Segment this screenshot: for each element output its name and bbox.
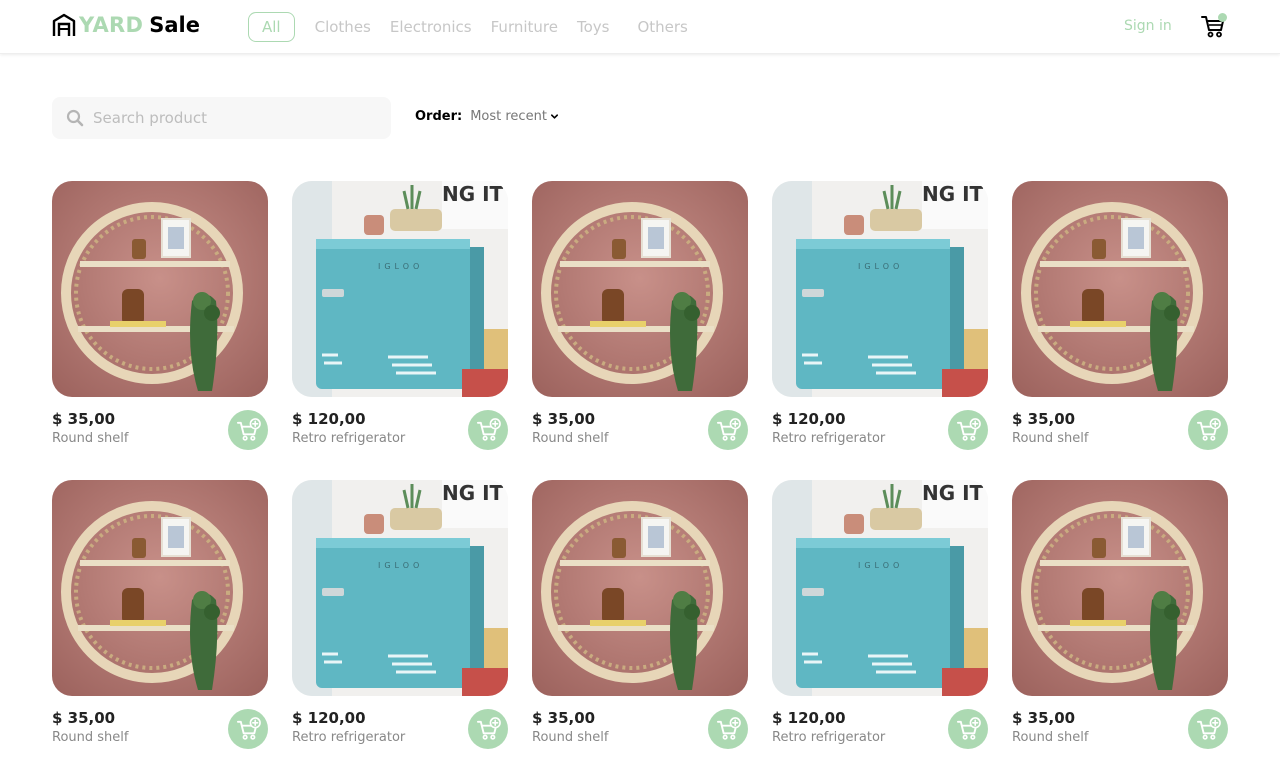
product-image[interactable]: NG IT IGLOO: [292, 181, 508, 397]
yard-sale-logo-icon: [52, 13, 76, 36]
product-grid: $ 35,00 Round shelf NG IT IGLOO $ 120,00…: [52, 181, 1228, 751]
product-image[interactable]: [532, 181, 748, 397]
fridge-poster-text: NG IT: [922, 481, 984, 505]
product-image[interactable]: [1012, 480, 1228, 696]
order-label: Order:: [415, 109, 463, 124]
retro-fridge-image: NG IT IGLOO: [292, 181, 508, 397]
product-info: $ 35,00 Round shelf: [532, 709, 748, 751]
add-to-cart-icon: [476, 417, 501, 441]
logo[interactable]: YARD Sale: [51, 11, 200, 39]
product-card: $ 35,00 Round shelf: [532, 181, 748, 452]
add-to-cart-icon: [476, 716, 501, 740]
category-nav: All Clothes Electronics Furniture Toys O…: [248, 11, 707, 42]
add-to-cart-icon: [716, 716, 741, 740]
add-to-cart-button[interactable]: [228, 410, 268, 450]
add-to-cart-button[interactable]: [948, 410, 988, 450]
top-navbar: YARD Sale All Clothes Electronics Furnit…: [0, 0, 1280, 54]
nav-item-toys[interactable]: Toys: [577, 18, 609, 36]
product-card: NG IT IGLOO $ 120,00 Retro refrigerator: [292, 480, 508, 751]
product-card: NG IT IGLOO $ 120,00 Retro refrigerator: [772, 181, 988, 452]
search-input[interactable]: [93, 109, 373, 127]
fridge-poster-text: NG IT: [922, 182, 984, 206]
add-to-cart-button[interactable]: [708, 410, 748, 450]
add-to-cart-button[interactable]: [228, 709, 268, 749]
product-card: $ 35,00 Round shelf: [532, 480, 748, 751]
add-to-cart-icon: [956, 417, 981, 441]
retro-fridge-image: NG IT IGLOO: [772, 181, 988, 397]
product-info: $ 120,00 Retro refrigerator: [292, 410, 508, 452]
round-shelf-image: [52, 181, 268, 397]
round-shelf-image: [532, 480, 748, 696]
product-info: $ 35,00 Round shelf: [532, 410, 748, 452]
product-card: $ 35,00 Round shelf: [1012, 181, 1228, 452]
nav-item-electronics[interactable]: Electronics: [390, 18, 472, 36]
add-to-cart-icon: [1196, 716, 1221, 740]
nav-item-others[interactable]: Others: [637, 18, 687, 36]
product-image[interactable]: NG IT IGLOO: [292, 480, 508, 696]
fridge-brand-text: IGLOO: [858, 561, 903, 570]
fridge-brand-text: IGLOO: [378, 561, 423, 570]
order-control: Order: Most recent: [415, 109, 559, 124]
add-to-cart-icon: [956, 716, 981, 740]
add-to-cart-icon: [1196, 417, 1221, 441]
chevron-down-icon: [550, 114, 558, 119]
logo-yard-text: YARD: [79, 13, 144, 37]
product-card: $ 35,00 Round shelf: [1012, 480, 1228, 751]
fridge-brand-text: IGLOO: [858, 262, 903, 271]
add-to-cart-icon: [716, 417, 741, 441]
add-to-cart-button[interactable]: [1188, 709, 1228, 749]
sign-in-link[interactable]: Sign in: [1124, 18, 1172, 34]
product-image[interactable]: [1012, 181, 1228, 397]
round-shelf-image: [1012, 181, 1228, 397]
product-info: $ 120,00 Retro refrigerator: [772, 410, 988, 452]
fridge-poster-text: NG IT: [442, 182, 504, 206]
add-to-cart-button[interactable]: [468, 410, 508, 450]
add-to-cart-button[interactable]: [468, 709, 508, 749]
product-info: $ 120,00 Retro refrigerator: [772, 709, 988, 751]
product-card: $ 35,00 Round shelf: [52, 480, 268, 751]
product-info: $ 35,00 Round shelf: [1012, 410, 1228, 452]
product-image[interactable]: [532, 480, 748, 696]
add-to-cart-button[interactable]: [948, 709, 988, 749]
product-info: $ 35,00 Round shelf: [52, 410, 268, 452]
add-to-cart-icon: [236, 417, 261, 441]
product-info: $ 35,00 Round shelf: [1012, 709, 1228, 751]
fridge-poster-text: NG IT: [442, 481, 504, 505]
order-dropdown-value: Most recent: [470, 109, 547, 124]
product-image[interactable]: NG IT IGLOO: [772, 480, 988, 696]
nav-item-clothes[interactable]: Clothes: [315, 18, 371, 36]
round-shelf-image: [52, 480, 268, 696]
product-card: NG IT IGLOO $ 120,00 Retro refrigerator: [772, 480, 988, 751]
cart-button[interactable]: [1200, 13, 1228, 41]
search-icon: [66, 109, 84, 127]
product-card: NG IT IGLOO $ 120,00 Retro refrigerator: [292, 181, 508, 452]
fridge-brand-text: IGLOO: [378, 262, 423, 271]
product-image[interactable]: [52, 480, 268, 696]
add-to-cart-button[interactable]: [1188, 410, 1228, 450]
retro-fridge-image: NG IT IGLOO: [772, 480, 988, 696]
logo-sale-text: Sale: [149, 13, 201, 37]
search-bar[interactable]: [52, 97, 391, 139]
round-shelf-image: [532, 181, 748, 397]
cart-notification-dot: [1218, 13, 1227, 22]
retro-fridge-image: NG IT IGLOO: [292, 480, 508, 696]
nav-item-furniture[interactable]: Furniture: [491, 18, 558, 36]
product-image[interactable]: NG IT IGLOO: [772, 181, 988, 397]
product-info: $ 120,00 Retro refrigerator: [292, 709, 508, 751]
add-to-cart-button[interactable]: [708, 709, 748, 749]
round-shelf-image: [1012, 480, 1228, 696]
nav-item-all[interactable]: All: [248, 11, 295, 42]
product-card: $ 35,00 Round shelf: [52, 181, 268, 452]
product-info: $ 35,00 Round shelf: [52, 709, 268, 751]
order-dropdown[interactable]: Most recent: [470, 109, 559, 124]
product-image[interactable]: [52, 181, 268, 397]
add-to-cart-icon: [236, 716, 261, 740]
